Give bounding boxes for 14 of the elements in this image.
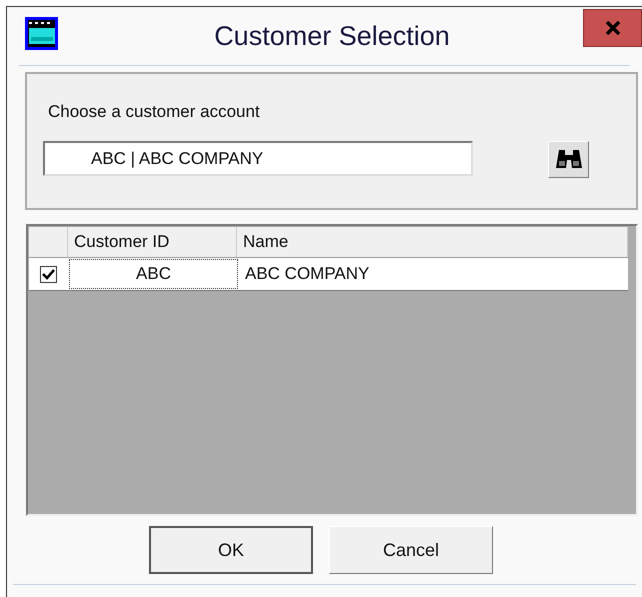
dialog-button[interactable]: OK: [149, 526, 313, 574]
app-icon: [25, 17, 58, 50]
column-header[interactable]: Customer ID: [68, 227, 237, 257]
search-button[interactable]: [548, 141, 589, 178]
account-field[interactable]: ABC | ABC COMPANY: [43, 141, 473, 176]
table-cell: ABC: [69, 259, 238, 289]
prompt-label: Choose a customer account: [48, 101, 260, 123]
window-title: Customer Selection: [213, 20, 451, 53]
column-header[interactable]: Name: [237, 227, 628, 257]
dialog-button[interactable]: Cancel: [329, 526, 493, 574]
close-icon: [604, 21, 620, 35]
table-cell-text: ABC COMPANY: [244, 263, 370, 286]
row-checkbox[interactable]: [40, 266, 57, 282]
close-button[interactable]: [583, 9, 642, 47]
